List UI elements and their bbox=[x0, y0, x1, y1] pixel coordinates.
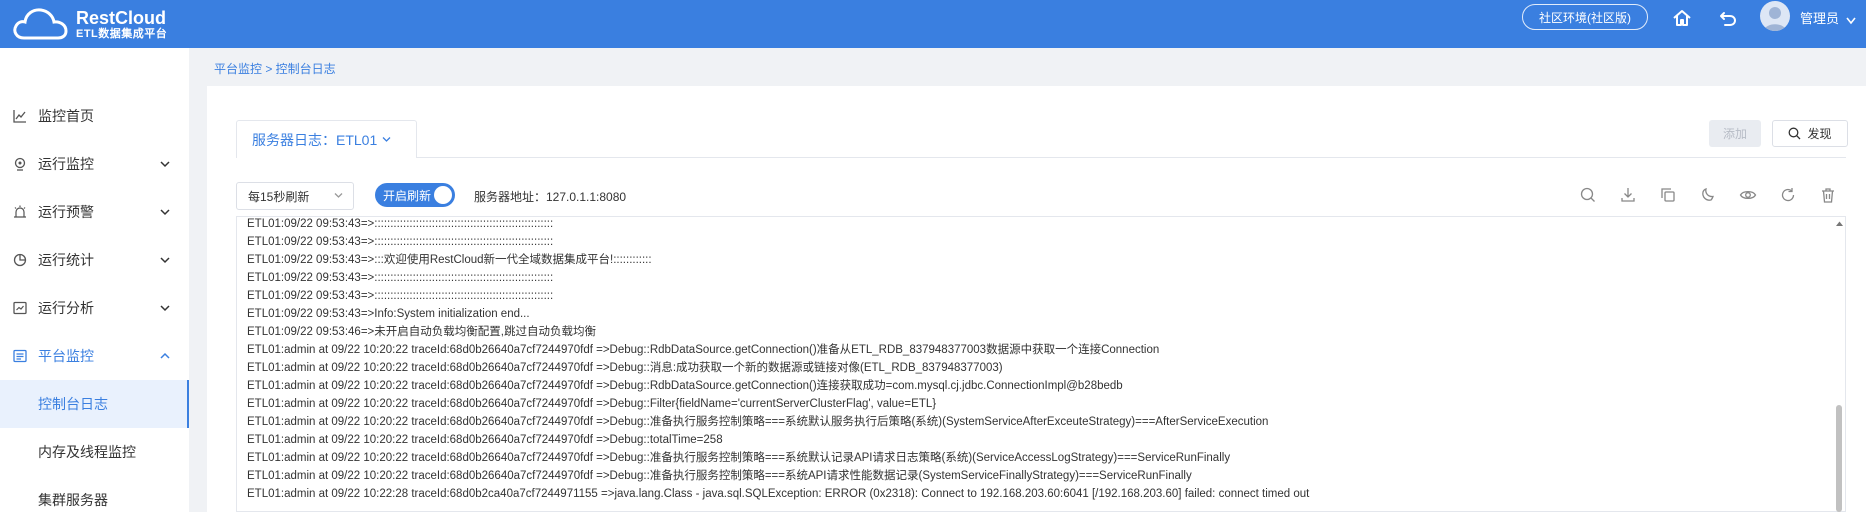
sidebar-item-dashboard[interactable]: 监控首页 bbox=[0, 92, 189, 140]
pie-chart-icon bbox=[13, 253, 27, 267]
chevron-down-icon bbox=[160, 209, 170, 216]
sidebar-item-label: 运行监控 bbox=[38, 156, 94, 172]
log-line: ETL01:admin at 09/22 10:20:22 traceId:68… bbox=[247, 380, 1123, 392]
tab-label: 服务器日志：ETL01 bbox=[252, 131, 378, 148]
sidebar: 监控首页 运行监控 运行预警 运行统计 运行分析 平台监控 控制台日志 内存及线… bbox=[0, 48, 189, 512]
search-icon bbox=[1789, 127, 1801, 140]
brand-subtitle: ETL数据集成平台 bbox=[76, 27, 168, 40]
chevron-down-icon bbox=[160, 161, 170, 168]
refresh-interval-select[interactable]: 每15秒刷新 bbox=[236, 182, 354, 210]
add-button[interactable]: 添加 bbox=[1709, 120, 1761, 147]
sidebar-item-run-alert[interactable]: 运行预警 bbox=[0, 188, 189, 236]
log-line: ETL01:09/22 09:53:46=>未开启自动负载均衡配置,跳过自动负载… bbox=[247, 326, 596, 338]
breadcrumb[interactable]: 平台监控 > 控制台日志 bbox=[214, 60, 336, 77]
scroll-up-icon[interactable] bbox=[1835, 220, 1844, 227]
log-line: ETL01:admin at 09/22 10:20:22 traceId:68… bbox=[247, 344, 1160, 356]
log-line: ETL01:admin at 09/22 10:20:22 traceId:68… bbox=[247, 416, 1269, 428]
sidebar-item-label: 控制台日志 bbox=[38, 396, 108, 412]
chevron-up-icon bbox=[160, 352, 170, 359]
log-line: ETL01:admin at 09/22 10:22:28 traceId:68… bbox=[247, 488, 1310, 500]
chevron-down-icon bbox=[334, 193, 343, 198]
top-header: RestCloud ETL数据集成平台 社区环境(社区版) 管理员 bbox=[0, 0, 1866, 48]
undo-icon[interactable] bbox=[1716, 6, 1740, 30]
log-line: ETL01:admin at 09/22 10:20:22 traceId:68… bbox=[247, 470, 1192, 482]
copy-icon[interactable] bbox=[1659, 186, 1677, 204]
toggle-knob bbox=[434, 186, 452, 204]
console-log[interactable]: ETL01:09/22 09:53:43=>::::::::::::::::::… bbox=[236, 216, 1846, 512]
log-line: ETL01:admin at 09/22 10:20:22 traceId:68… bbox=[247, 398, 937, 410]
log-line: ETL01:admin at 09/22 10:20:22 traceId:68… bbox=[247, 362, 1003, 374]
sidebar-item-run-monitor[interactable]: 运行监控 bbox=[0, 140, 189, 188]
sidebar-item-label: 运行分析 bbox=[38, 300, 94, 316]
brand-title: RestCloud bbox=[76, 7, 166, 28]
avatar[interactable] bbox=[1760, 1, 1790, 31]
download-icon[interactable] bbox=[1619, 186, 1637, 204]
find-button-label: 发现 bbox=[1807, 127, 1832, 141]
log-line: ETL01:admin at 09/22 10:20:22 traceId:68… bbox=[247, 452, 1231, 464]
sidebar-item-platform-monitor[interactable]: 平台监控 bbox=[0, 332, 189, 380]
sidebar-item-label: 集群服务器 bbox=[38, 492, 108, 508]
log-line: ETL01:09/22 09:53:43=>::::::::::::::::::… bbox=[247, 272, 554, 284]
line-chart-icon bbox=[13, 110, 26, 123]
log-line: ETL01:09/22 09:53:43=>:::欢迎使用RestCloud新一… bbox=[247, 254, 652, 266]
log-line: ETL01:admin at 09/22 10:20:22 traceId:68… bbox=[247, 434, 723, 446]
refresh-interval-value: 每15秒刷新 bbox=[248, 189, 310, 204]
cloud-logo-icon bbox=[13, 8, 68, 40]
chevron-down-icon bbox=[160, 257, 170, 264]
chevron-down-icon bbox=[382, 137, 391, 142]
search-icon[interactable] bbox=[1579, 186, 1597, 204]
sidebar-item-label: 运行统计 bbox=[38, 252, 94, 268]
brand-logo[interactable]: RestCloud ETL数据集成平台 bbox=[12, 2, 167, 46]
home-icon[interactable] bbox=[1670, 6, 1694, 30]
monitor-icon bbox=[14, 157, 26, 171]
sidebar-item-label: 监控首页 bbox=[38, 108, 94, 124]
sidebar-item-label: 内存及线程监控 bbox=[38, 444, 136, 460]
chevron-down-icon[interactable] bbox=[1846, 12, 1856, 30]
analysis-icon bbox=[13, 301, 27, 315]
tab-server-log[interactable]: 服务器日志：ETL01 bbox=[236, 120, 417, 158]
auto-refresh-label: 开启刷新 bbox=[383, 188, 432, 203]
log-line: ETL01:09/22 09:53:43=>Info:System initia… bbox=[247, 308, 530, 320]
sidebar-subitem-cluster-servers[interactable]: 集群服务器 bbox=[0, 476, 189, 512]
alarm-icon bbox=[14, 205, 26, 218]
find-button[interactable]: 发现 bbox=[1772, 120, 1848, 147]
eye-icon[interactable] bbox=[1739, 186, 1757, 204]
tab-divider bbox=[236, 157, 1846, 158]
sidebar-subitem-console-log[interactable]: 控制台日志 bbox=[0, 380, 189, 428]
environment-button[interactable]: 社区环境(社区版) bbox=[1522, 4, 1648, 30]
log-line: ETL01:09/22 09:53:43=>::::::::::::::::::… bbox=[247, 290, 554, 302]
server-address: 服务器地址：127.0.1.1:8080 bbox=[474, 190, 627, 204]
monitor-panel-icon bbox=[13, 349, 27, 363]
log-line: ETL01:09/22 09:53:43=>::::::::::::::::::… bbox=[247, 236, 554, 248]
log-scrollbar-thumb[interactable] bbox=[1836, 405, 1842, 512]
auto-refresh-toggle[interactable]: 开启刷新 bbox=[375, 183, 455, 207]
trash-icon[interactable] bbox=[1819, 186, 1837, 204]
sidebar-item-run-analysis[interactable]: 运行分析 bbox=[0, 284, 189, 332]
sidebar-item-run-stats[interactable]: 运行统计 bbox=[0, 236, 189, 284]
moon-icon[interactable] bbox=[1699, 186, 1717, 204]
sidebar-subitem-memory-thread[interactable]: 内存及线程监控 bbox=[0, 428, 189, 476]
sidebar-item-label: 运行预警 bbox=[38, 204, 94, 220]
user-name[interactable]: 管理员 bbox=[1800, 8, 1839, 27]
refresh-icon[interactable] bbox=[1779, 186, 1797, 204]
log-line: ETL01:09/22 09:53:43=>::::::::::::::::::… bbox=[247, 218, 554, 230]
sidebar-item-label: 平台监控 bbox=[38, 348, 94, 364]
chevron-down-icon bbox=[160, 305, 170, 312]
